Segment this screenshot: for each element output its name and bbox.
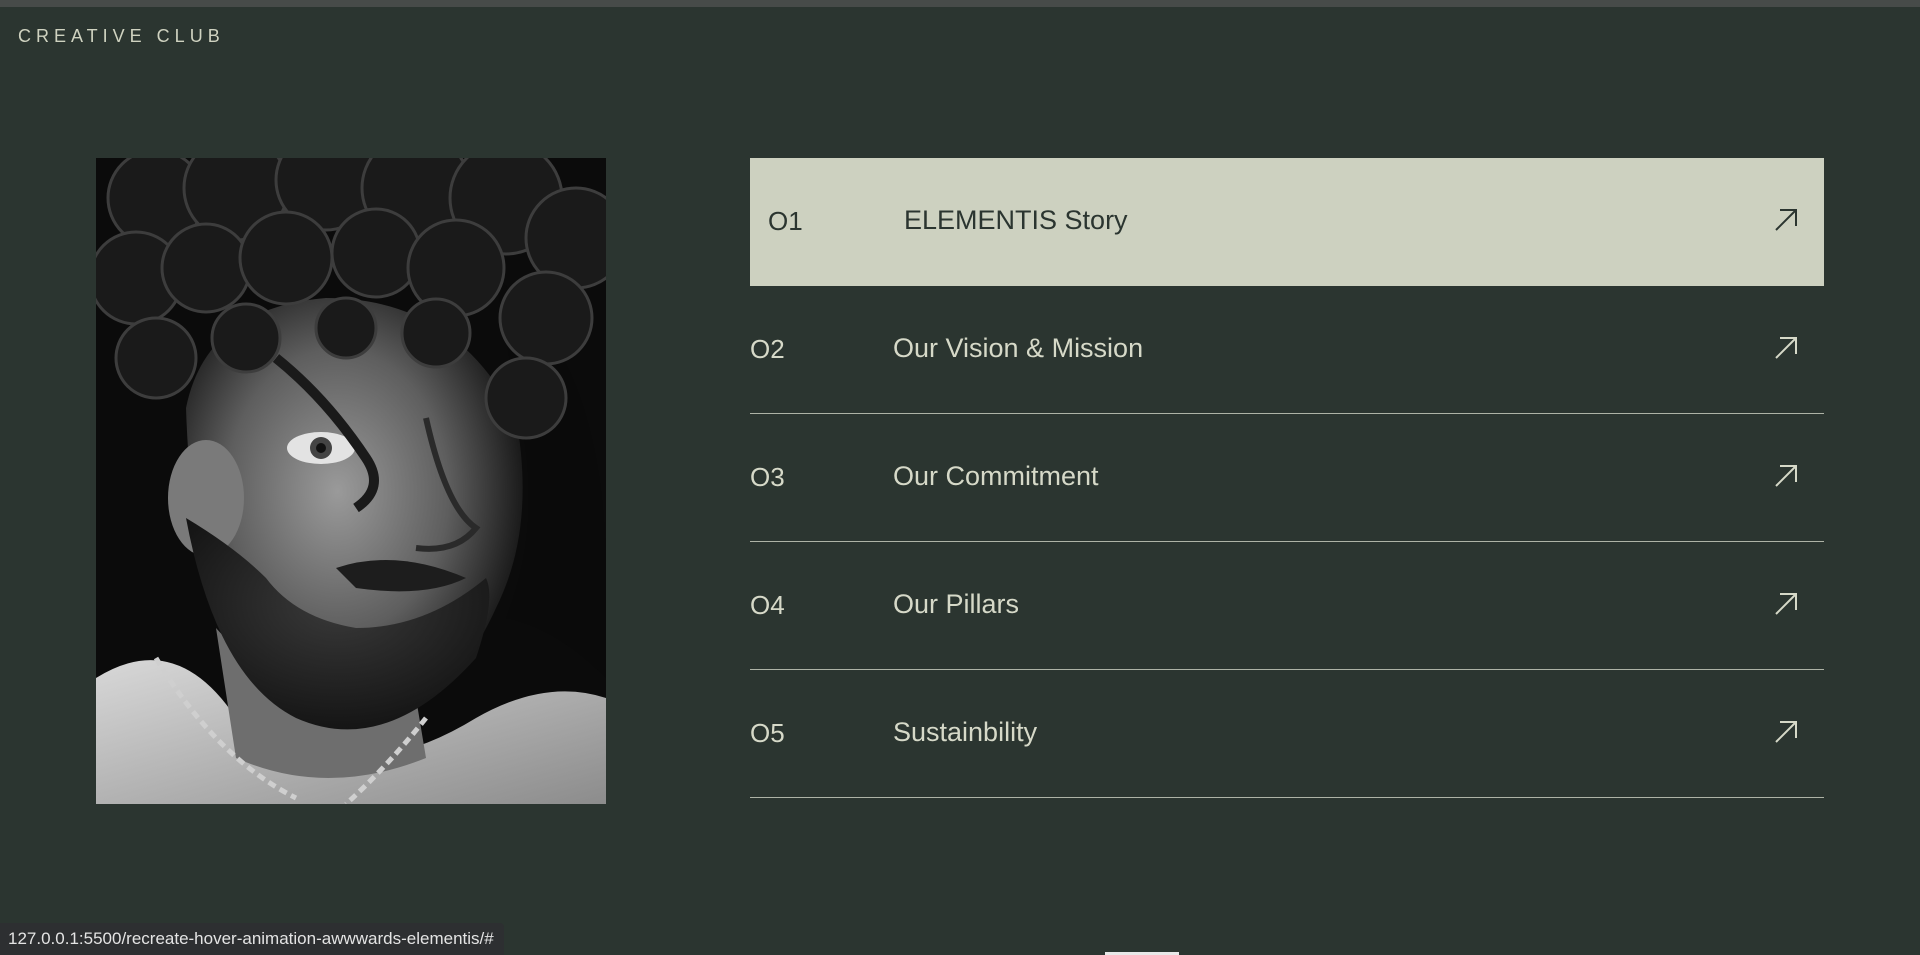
menu-item-vision-mission[interactable]: O2 Our Vision & Mission xyxy=(750,286,1824,414)
brand-logo[interactable]: CREATIVE CLUB xyxy=(18,26,225,47)
menu-item-number: O3 xyxy=(750,462,785,492)
menu-item-commitment[interactable]: O3 Our Commitment xyxy=(750,414,1824,542)
menu-item-pillars[interactable]: O4 Our Pillars xyxy=(750,542,1824,670)
portrait-image xyxy=(96,158,606,804)
menu-item-number: O4 xyxy=(750,590,785,620)
arrow-up-right-icon xyxy=(1772,590,1800,618)
browser-top-strip xyxy=(0,0,1920,7)
arrow-up-right-icon xyxy=(1772,462,1800,490)
menu-item-label: Our Vision & Mission xyxy=(893,333,1144,363)
menu-list: O1 ELEMENTIS Story O2 Our Vision & Missi… xyxy=(750,158,1824,798)
menu-item-elementis-story[interactable]: O1 ELEMENTIS Story xyxy=(750,158,1824,286)
menu-item-number: O1 xyxy=(768,206,803,236)
menu-item-number: O5 xyxy=(750,718,785,748)
menu-item-label: Our Commitment xyxy=(893,461,1099,491)
menu-item-label: ELEMENTIS Story xyxy=(904,205,1128,235)
menu-item-sustainability[interactable]: O5 Sustainbility xyxy=(750,670,1824,798)
status-bar-url: 127.0.0.1:5500/recreate-hover-animation-… xyxy=(0,923,504,955)
menu-item-label: Our Pillars xyxy=(893,589,1020,619)
arrow-up-right-icon xyxy=(1772,206,1800,234)
menu-item-label: Sustainbility xyxy=(893,717,1038,747)
portrait-photo xyxy=(96,158,606,804)
arrow-up-right-icon xyxy=(1772,334,1800,362)
menu-item-number: O2 xyxy=(750,334,785,364)
arrow-up-right-icon xyxy=(1772,718,1800,746)
